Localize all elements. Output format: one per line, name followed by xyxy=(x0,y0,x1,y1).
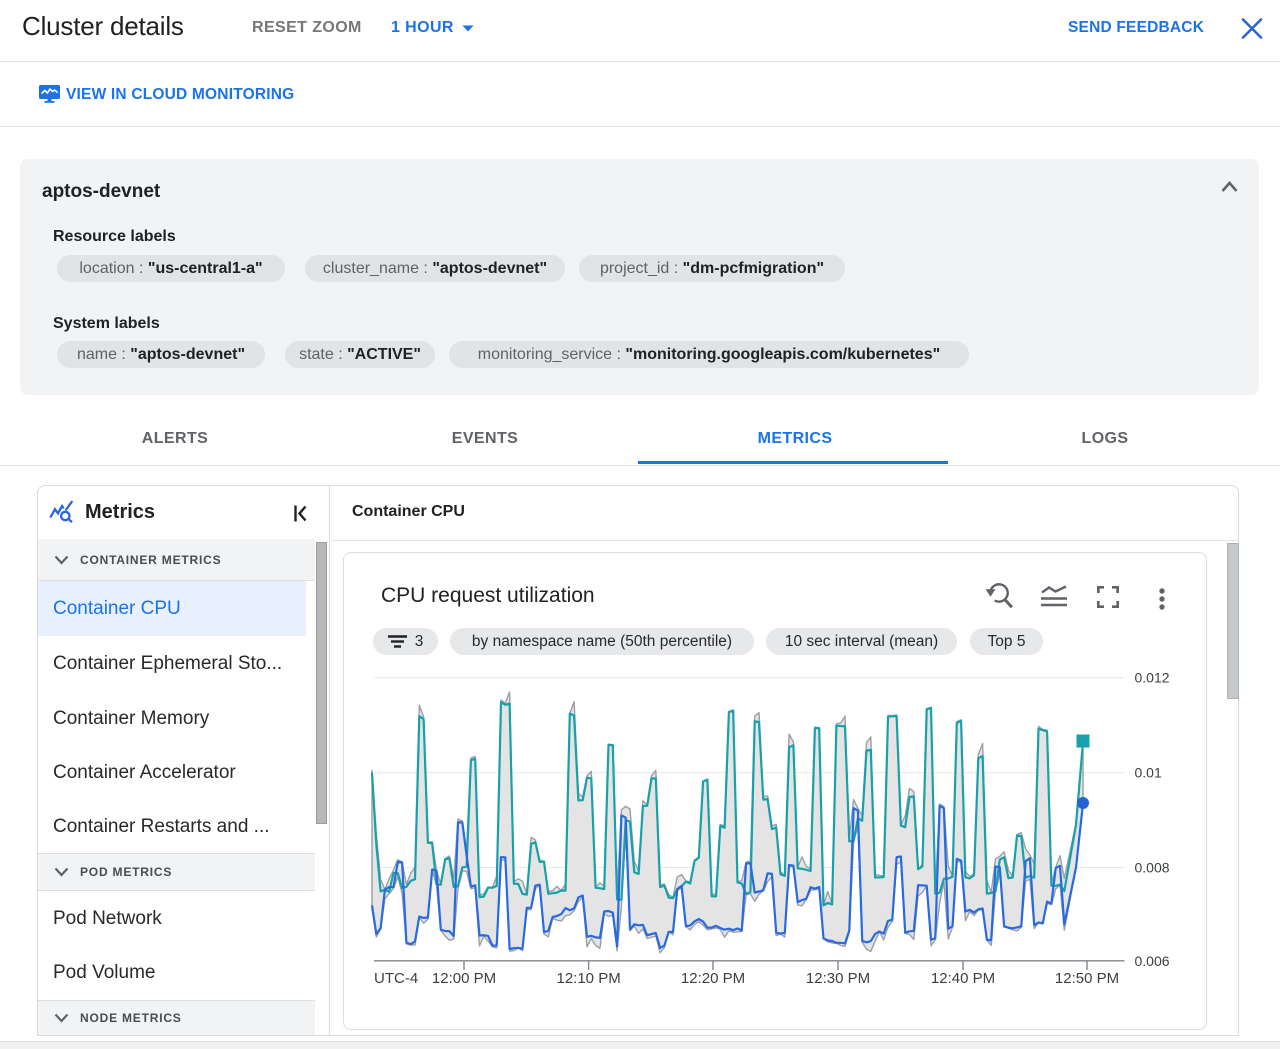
svg-text:12:50 PM: 12:50 PM xyxy=(1055,970,1119,987)
svg-text:12:00 PM: 12:00 PM xyxy=(432,970,496,987)
svg-text:12:40 PM: 12:40 PM xyxy=(931,970,995,987)
svg-text:12:10 PM: 12:10 PM xyxy=(556,970,620,987)
svg-text:UTC-4: UTC-4 xyxy=(374,970,418,987)
svg-text:0.01: 0.01 xyxy=(1135,765,1162,781)
svg-text:0.012: 0.012 xyxy=(1135,670,1170,686)
svg-text:12:20 PM: 12:20 PM xyxy=(681,970,745,987)
svg-text:0.008: 0.008 xyxy=(1135,860,1170,876)
svg-text:0.006: 0.006 xyxy=(1135,953,1170,969)
svg-text:12:30 PM: 12:30 PM xyxy=(806,970,870,987)
